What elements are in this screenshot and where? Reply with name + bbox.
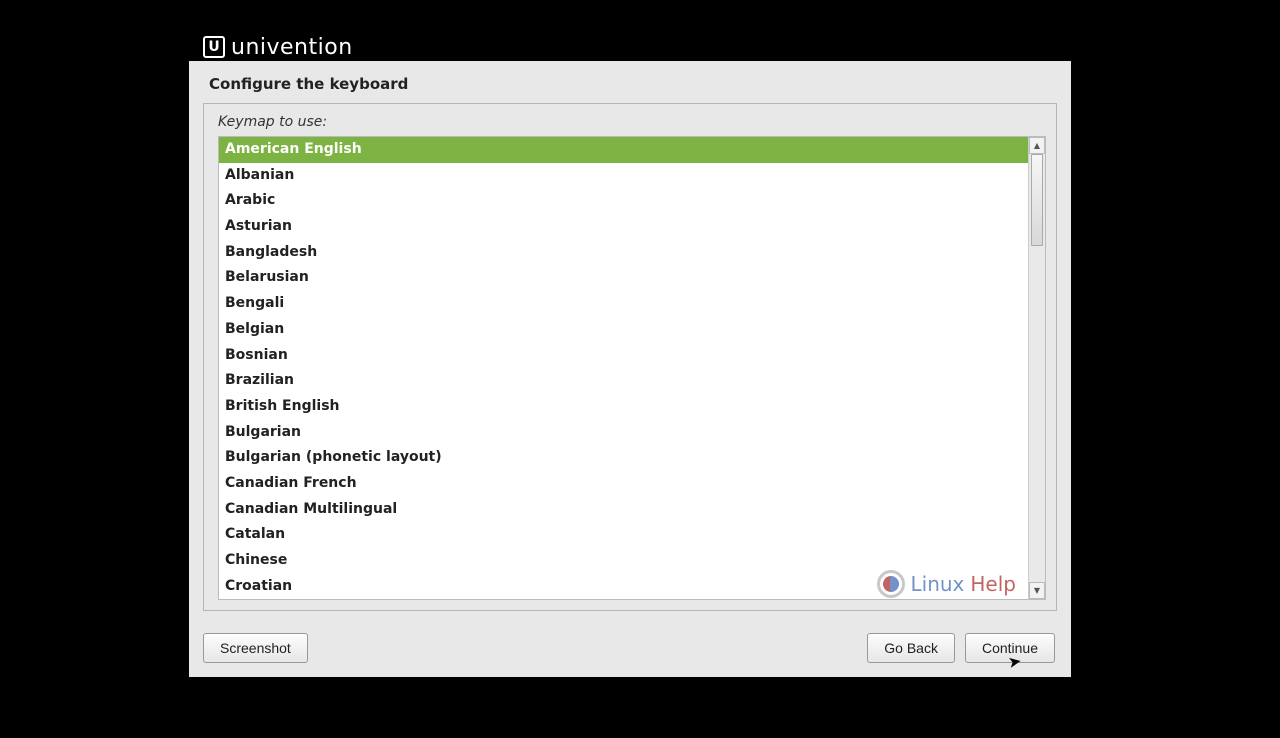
go-back-button[interactable]: Go Back (867, 633, 955, 663)
installer-window: U univention Configure the keyboard Keym… (189, 61, 1071, 677)
list-item[interactable]: Belgian (219, 317, 1028, 343)
list-item[interactable]: Catalan (219, 522, 1028, 548)
univention-icon: U (203, 36, 225, 58)
list-item[interactable]: Bengali (219, 291, 1028, 317)
chevron-down-icon: ▼ (1034, 587, 1040, 595)
list-item[interactable]: Belarusian (219, 265, 1028, 291)
watermark-part2: Help (970, 572, 1016, 596)
list-item[interactable]: Bosnian (219, 343, 1028, 369)
linuxhelp-watermark: LinuxHelp (877, 570, 1017, 598)
footer-bar: Screenshot Go Back Continue (189, 611, 1071, 677)
brand-name: univention (231, 35, 353, 60)
scroll-down-button[interactable]: ▼ (1029, 582, 1045, 599)
list-item[interactable]: Bulgarian (phonetic layout) (219, 445, 1028, 471)
field-label: Keymap to use: (218, 114, 1046, 130)
screenshot-button[interactable]: Screenshot (203, 633, 308, 663)
list-item[interactable]: Asturian (219, 214, 1028, 240)
scroll-up-button[interactable]: ▲ (1029, 137, 1045, 154)
content-panel: Keymap to use: American EnglishAlbanianA… (203, 103, 1057, 611)
list-item[interactable]: American English (219, 137, 1028, 163)
chevron-up-icon: ▲ (1034, 142, 1040, 150)
list-item[interactable]: Albanian (219, 163, 1028, 189)
nav-button-group: Go Back Continue (867, 633, 1055, 663)
vertical-scrollbar[interactable]: ▲ ▼ (1028, 137, 1045, 599)
keymap-listbox[interactable]: American EnglishAlbanianArabicAsturianBa… (218, 136, 1046, 600)
linuxhelp-icon (877, 570, 905, 598)
scrollbar-thumb[interactable] (1031, 154, 1043, 246)
list-item[interactable]: Arabic (219, 188, 1028, 214)
list-item[interactable]: Bangladesh (219, 240, 1028, 266)
keymap-list-body[interactable]: American EnglishAlbanianArabicAsturianBa… (219, 137, 1028, 599)
list-item[interactable]: Canadian French (219, 471, 1028, 497)
list-item[interactable]: Brazilian (219, 368, 1028, 394)
watermark-part1: Linux (911, 572, 965, 596)
list-item[interactable]: Bulgarian (219, 420, 1028, 446)
list-item[interactable]: Canadian Multilingual (219, 497, 1028, 523)
list-item[interactable]: British English (219, 394, 1028, 420)
continue-button[interactable]: Continue (965, 633, 1055, 663)
brand-logo: U univention (203, 35, 353, 60)
page-title: Configure the keyboard (189, 61, 1071, 103)
